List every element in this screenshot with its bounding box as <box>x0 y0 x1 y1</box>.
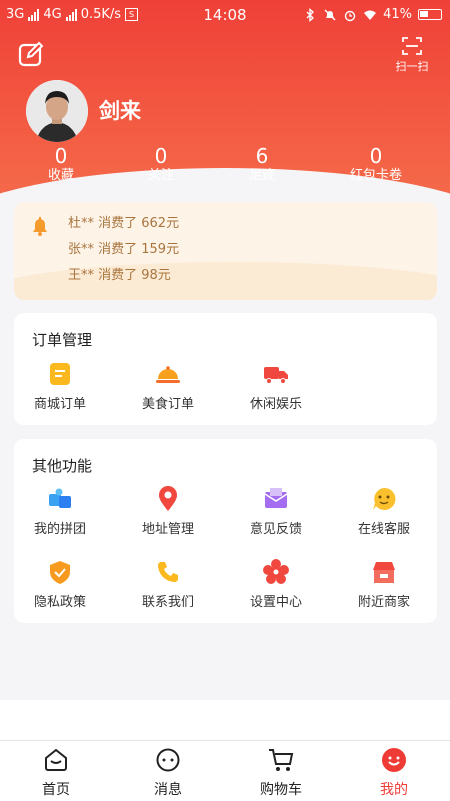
mall-order-button[interactable]: 商城订单 <box>10 361 110 412</box>
phone-icon <box>158 562 178 582</box>
profile-icon <box>382 748 406 772</box>
notice-line: 张** 消费了 159元 <box>68 242 180 257</box>
stat-coupons[interactable]: 0 红包卡卷 <box>336 145 416 185</box>
tab-profile[interactable]: 我的 <box>338 747 450 799</box>
tab-label: 我的 <box>380 782 408 798</box>
message-icon <box>156 748 180 772</box>
stat-label: 关注 <box>147 168 174 183</box>
home-icon <box>45 748 67 771</box>
scan-button[interactable]: 扫一扫 <box>394 36 430 76</box>
username: 剑来 <box>99 99 141 123</box>
item-label: 附近商家 <box>357 595 410 610</box>
stat-label: 收藏 <box>47 168 74 183</box>
stat-follows[interactable]: 0 关注 <box>121 145 201 185</box>
stat-value: 0 <box>369 144 383 168</box>
stat-favorites[interactable]: 0 收藏 <box>21 145 101 185</box>
bell-icon <box>33 217 47 236</box>
mall-order-icon <box>50 363 70 385</box>
alarm-icon <box>344 10 356 21</box>
notice-line: 王** 消费了 98元 <box>68 268 171 283</box>
item-label: 在线客服 <box>357 522 410 537</box>
tab-messages[interactable]: 消息 <box>112 747 224 799</box>
gear-flower-icon <box>263 559 289 584</box>
bluetooth-icon <box>306 7 315 22</box>
order-management-card: 订单管理 商城订单 美食订单 休闲娱乐 <box>14 313 437 425</box>
cart-icon <box>269 749 294 771</box>
scan-icon <box>402 37 422 55</box>
location-pin-icon <box>159 486 177 511</box>
stat-value: 6 <box>255 144 269 168</box>
chat-face-icon <box>373 487 396 510</box>
item-label: 我的拼团 <box>33 522 86 537</box>
leisure-button[interactable]: 休闲娱乐 <box>226 361 326 412</box>
card-title: 其他功能 <box>32 457 93 475</box>
battery-percent: 41% <box>383 7 412 22</box>
leisure-icon <box>264 367 288 384</box>
shop-icon <box>373 562 395 583</box>
status-right: 41% <box>303 7 442 22</box>
item-label: 隐私政策 <box>33 595 86 610</box>
mute-icon <box>324 9 336 20</box>
scan-label: 扫一扫 <box>395 60 429 73</box>
stat-value: 0 <box>54 144 68 168</box>
privacy-button[interactable]: 隐私政策 <box>10 559 110 610</box>
tab-label: 首页 <box>42 782 70 798</box>
settings-button[interactable]: 设置中心 <box>226 559 326 610</box>
customer-service-button[interactable]: 在线客服 <box>334 486 434 537</box>
mail-icon <box>264 488 288 508</box>
edit-icon[interactable] <box>17 40 45 68</box>
food-order-icon <box>156 366 180 383</box>
tab-label: 消息 <box>154 782 182 798</box>
user-photo <box>26 80 88 142</box>
food-order-button[interactable]: 美食订单 <box>118 361 218 412</box>
item-label: 休闲娱乐 <box>249 397 302 412</box>
stat-value: 0 <box>154 144 168 168</box>
item-label: 意见反馈 <box>249 522 302 537</box>
nearby-shops-button[interactable]: 附近商家 <box>334 559 434 610</box>
puzzle-icon <box>49 488 71 508</box>
content-bottom-band <box>0 700 450 740</box>
avatar[interactable] <box>26 80 88 142</box>
tab-cart[interactable]: 购物车 <box>225 747 337 799</box>
notice-line: 杜** 消费了 662元 <box>68 216 180 231</box>
status-bar: 3G 4G 0.5K/s S 14:08 41% <box>0 0 450 32</box>
stat-label: 足迹 <box>248 168 275 183</box>
item-label: 联系我们 <box>141 595 194 610</box>
item-label: 商城订单 <box>33 397 86 412</box>
tab-home[interactable]: 首页 <box>0 747 112 799</box>
other-functions-card: 其他功能 我的拼团 地址管理 意见反馈 在线客服 隐私政策 联系我们 设置中心 … <box>14 439 437 623</box>
stat-footprints[interactable]: 6 足迹 <box>222 145 302 185</box>
shield-icon <box>50 561 70 584</box>
address-button[interactable]: 地址管理 <box>118 486 218 537</box>
item-label: 地址管理 <box>141 522 194 537</box>
feedback-button[interactable]: 意见反馈 <box>226 486 326 537</box>
stat-label: 红包卡卷 <box>349 168 402 183</box>
purchase-notice: 杜** 消费了 662元 张** 消费了 159元 王** 消费了 98元 <box>14 202 437 300</box>
card-title: 订单管理 <box>32 331 93 349</box>
battery-icon <box>418 9 442 20</box>
bottom-tab-bar: 首页 消息 购物车 我的 <box>0 740 450 801</box>
tab-label: 购物车 <box>260 782 302 798</box>
item-label: 设置中心 <box>249 595 302 610</box>
stats-row: 0 收藏 0 关注 6 足迹 0 红包卡卷 <box>0 145 450 187</box>
group-buy-button[interactable]: 我的拼团 <box>10 486 110 537</box>
wifi-icon <box>364 10 377 20</box>
contact-button[interactable]: 联系我们 <box>118 559 218 610</box>
item-label: 美食订单 <box>141 397 194 412</box>
